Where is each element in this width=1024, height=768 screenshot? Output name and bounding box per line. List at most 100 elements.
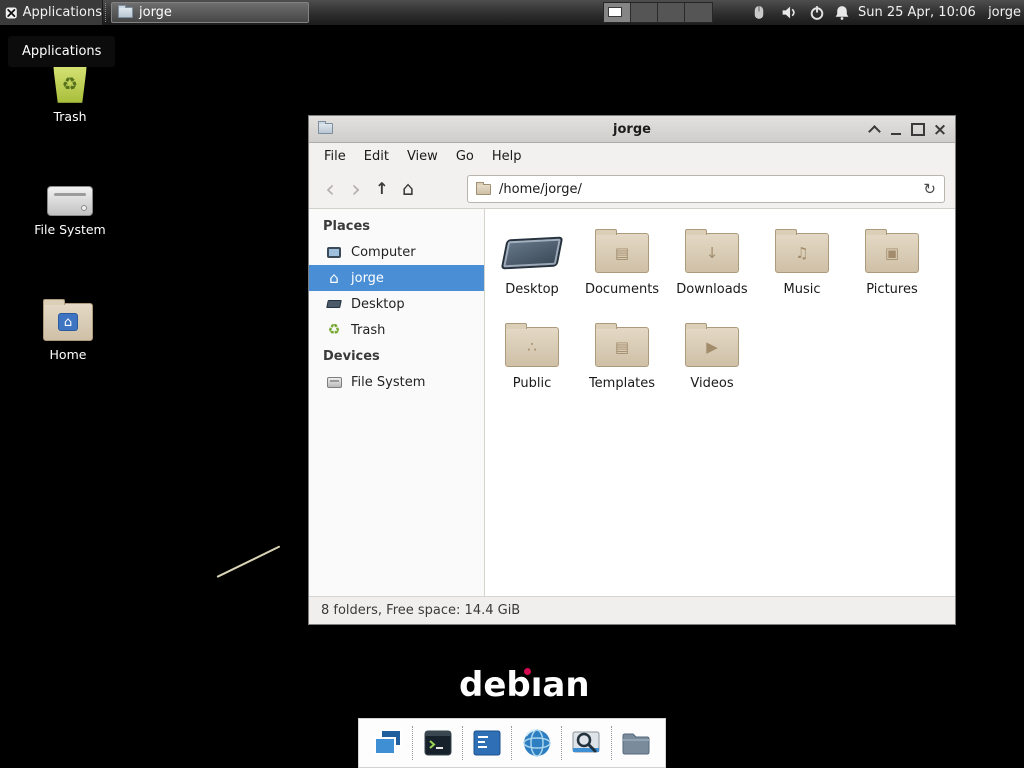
bottom-dock xyxy=(358,718,666,768)
volume-icon[interactable] xyxy=(780,4,798,21)
user-menu[interactable]: jorge xyxy=(988,0,1021,25)
sidebar-item-jorge[interactable]: ⌂ jorge xyxy=(309,265,484,291)
desktop-icon-filesystem[interactable]: File System xyxy=(30,180,110,237)
workspace-3[interactable] xyxy=(658,3,685,22)
menu-file[interactable]: File xyxy=(315,145,355,168)
applications-menu-label: Applications xyxy=(23,5,102,20)
folder-icon: ▣ xyxy=(865,233,919,273)
sidebar-item-filesystem[interactable]: File System xyxy=(309,369,484,395)
dock-separator[interactable] xyxy=(412,726,413,760)
desktop-icon-label: Trash xyxy=(30,109,110,124)
sidebar-item-label: jorge xyxy=(351,271,384,286)
folder-emblem-icon: ↓ xyxy=(686,234,738,272)
folder-icon: ▶ xyxy=(685,327,739,367)
folder-item-public[interactable]: ∴ Public xyxy=(487,323,577,391)
debian-logo-text: deb xyxy=(459,665,531,705)
debian-logo-text: an xyxy=(542,665,589,705)
xfce-logo-icon xyxy=(5,5,18,21)
recycle-glyph: ♻ xyxy=(62,74,78,95)
folder-item-templates[interactable]: ▤ Templates xyxy=(577,323,667,391)
folder-icon: ∴ xyxy=(505,327,559,367)
menubar: File Edit View Go Help xyxy=(309,143,955,169)
folder-label: Downloads xyxy=(667,282,757,297)
places-header: Places xyxy=(323,219,370,234)
maximize-button[interactable] xyxy=(907,116,929,143)
taskbar-window-button[interactable]: jorge xyxy=(111,2,309,23)
debian-logo: debıan xyxy=(459,665,590,705)
window-title: jorge xyxy=(309,116,955,143)
menu-edit[interactable]: Edit xyxy=(355,145,398,168)
minimize-button[interactable] xyxy=(885,116,907,143)
workspace-pager xyxy=(603,2,713,23)
desktop-icon-trash[interactable]: ♻ Trash xyxy=(30,57,110,124)
computer-icon xyxy=(327,247,341,258)
titlebar[interactable]: jorge × xyxy=(309,116,955,143)
devices-header: Devices xyxy=(323,349,380,364)
home-button[interactable]: ⌂ xyxy=(395,178,421,200)
app-finder-icon[interactable] xyxy=(567,724,605,762)
debian-red-dot xyxy=(524,668,531,675)
folder-emblem-icon: ♫ xyxy=(776,234,828,272)
sidebar-item-computer[interactable]: Computer xyxy=(309,239,484,265)
desktop-icon xyxy=(326,300,342,308)
workspace-1[interactable] xyxy=(604,3,631,22)
bell-icon[interactable] xyxy=(833,4,851,21)
folder-item-desktop[interactable]: Desktop xyxy=(487,229,577,297)
clock[interactable]: Sun 25 Apr, 10:06 xyxy=(858,0,976,25)
reload-icon[interactable]: ↻ xyxy=(923,180,936,198)
folder-item-pictures[interactable]: ▣ Pictures xyxy=(847,229,937,297)
trash-icon: ♻ xyxy=(328,322,341,338)
folder-item-music[interactable]: ♫ Music xyxy=(757,229,847,297)
dock-separator[interactable] xyxy=(462,726,463,760)
folder-item-documents[interactable]: ▤ Documents xyxy=(577,229,667,297)
file-manager-icon[interactable] xyxy=(617,724,655,762)
folder-item-downloads[interactable]: ↓ Downloads xyxy=(667,229,757,297)
menu-go[interactable]: Go xyxy=(447,145,483,168)
dock-separator[interactable] xyxy=(611,726,612,760)
folder-emblem-icon: ∴ xyxy=(506,328,558,366)
house-icon: ⌂ xyxy=(58,313,78,331)
power-icon[interactable] xyxy=(808,4,826,21)
toolbar: ‹ › ↑ ⌂ /home/jorge/ ↻ xyxy=(309,169,955,209)
desktop-icon-home[interactable]: ⌂ Home xyxy=(28,303,108,362)
folder-emblem-icon: ▤ xyxy=(596,234,648,272)
home-icon: ⌂ xyxy=(329,269,339,287)
desktop-icon-label: Home xyxy=(28,347,108,362)
applications-tooltip: Applications xyxy=(8,36,115,67)
address-text[interactable]: /home/jorge/ xyxy=(499,182,915,197)
files-area[interactable]: Desktop ▤ Documents ↓ Downloads ♫ Music … xyxy=(485,209,955,596)
terminal-list-icon[interactable] xyxy=(468,724,506,762)
dock-separator[interactable] xyxy=(511,726,512,760)
menu-view[interactable]: View xyxy=(398,145,447,168)
sidebar: Places Computer ⌂ jorge Desktop ♻ Trash … xyxy=(309,209,485,596)
taskbar-window-label: jorge xyxy=(139,5,172,20)
folder-label: Desktop xyxy=(487,282,577,297)
folder-icon: ↓ xyxy=(685,233,739,273)
terminal-icon[interactable] xyxy=(419,724,457,762)
folder-label: Public xyxy=(487,376,577,391)
workspace-4[interactable] xyxy=(685,3,712,22)
dock-separator[interactable] xyxy=(561,726,562,760)
back-button[interactable]: ‹ xyxy=(317,179,343,199)
folder-label: Pictures xyxy=(847,282,937,297)
workspace-2[interactable] xyxy=(631,3,658,22)
top-panel: Applications jorge Sun 25 Apr, 10:06 jor… xyxy=(0,0,1024,25)
up-button[interactable]: ↑ xyxy=(369,179,395,198)
workspaces-icon[interactable] xyxy=(369,724,407,762)
mouse-icon[interactable] xyxy=(750,4,768,21)
folder-icon xyxy=(476,184,491,195)
harddrive-icon xyxy=(327,377,342,388)
folder-item-videos[interactable]: ▶ Videos xyxy=(667,323,757,391)
applications-menu-button[interactable]: Applications xyxy=(0,0,103,25)
forward-button[interactable]: › xyxy=(343,179,369,199)
shade-button[interactable] xyxy=(863,116,885,143)
file-manager-window: jorge × File Edit View Go Help ‹ › ↑ ⌂ /… xyxy=(308,115,956,625)
close-button[interactable]: × xyxy=(929,116,951,143)
web-browser-icon[interactable] xyxy=(518,724,556,762)
menu-help[interactable]: Help xyxy=(483,145,531,168)
folder-label: Templates xyxy=(577,376,667,391)
address-bar[interactable]: /home/jorge/ ↻ xyxy=(467,175,945,203)
sidebar-item-trash[interactable]: ♻ Trash xyxy=(309,317,484,343)
sidebar-item-desktop[interactable]: Desktop xyxy=(309,291,484,317)
panel-grip-handle[interactable] xyxy=(105,3,107,22)
